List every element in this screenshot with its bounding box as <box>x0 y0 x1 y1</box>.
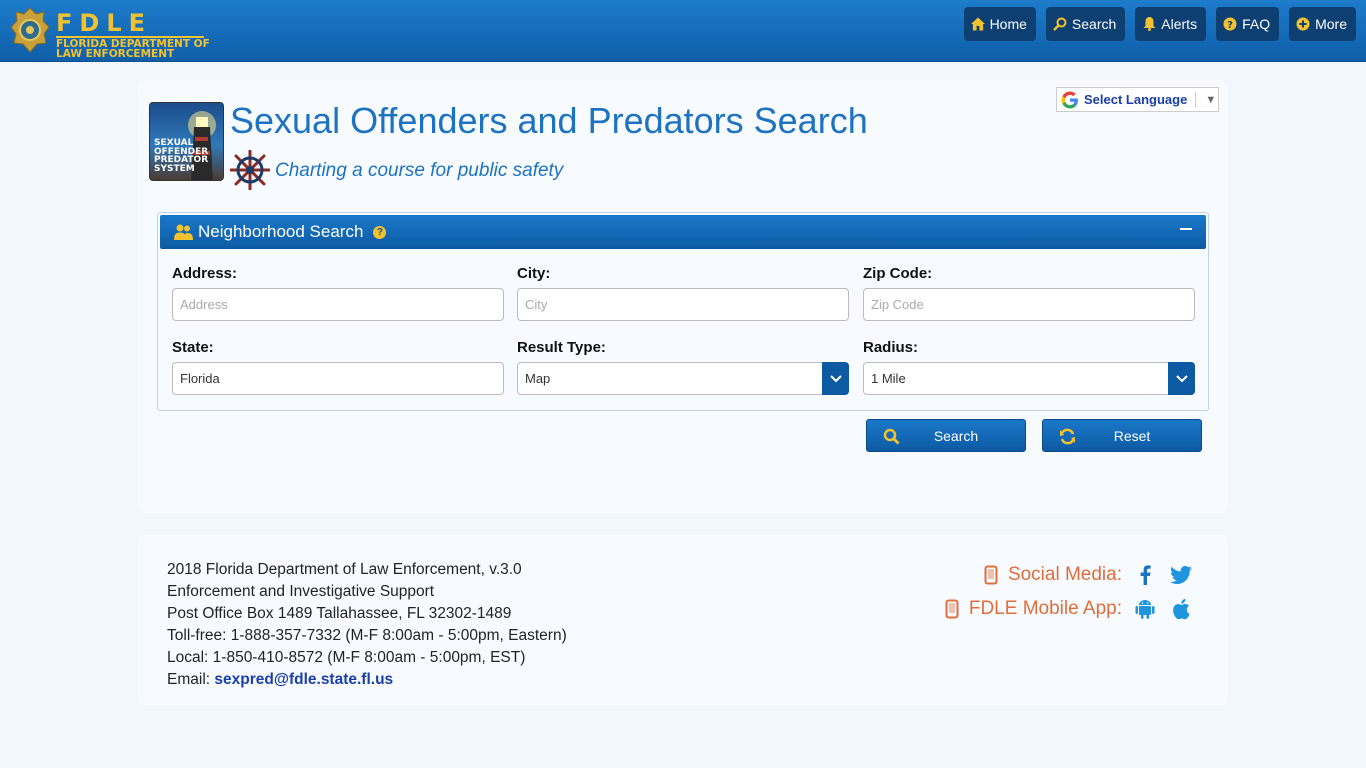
email-link[interactable]: sexpred@fdle.state.fl.us <box>214 671 393 688</box>
address-input[interactable]: Address <box>172 288 504 321</box>
question-icon: ? <box>1223 17 1237 31</box>
page-title: Sexual Offenders and Predators Search <box>230 100 868 141</box>
home-icon <box>970 17 985 31</box>
apple-icon[interactable] <box>1168 597 1194 621</box>
address-label: Address: <box>172 265 238 282</box>
refresh-icon <box>1060 428 1075 445</box>
mobile-phone-icon <box>945 599 959 619</box>
nav-alerts-label: Alerts <box>1161 16 1198 32</box>
search-icon <box>883 428 900 445</box>
sop-system-logo: SEXUAL OFFENDER PREDATOR SYSTEM <box>149 102 224 181</box>
state-field-group: State: Florida <box>172 339 504 395</box>
nav-more-label: More <box>1315 16 1347 32</box>
footer: 2018 Florida Department of Law Enforceme… <box>138 535 1228 705</box>
chevron-down-icon[interactable] <box>1168 362 1195 395</box>
footer-line: Local: 1-850-410-8572 (M-F 8:00am - 5:00… <box>167 649 526 666</box>
footer-address: 2018 Florida Department of Law Enforceme… <box>167 559 567 691</box>
top-bar: FDLE FLORIDA DEPARTMENT OF LAW ENFORCEME… <box>0 0 1366 62</box>
address-field-group: Address: Address <box>172 265 504 321</box>
city-field-group: City: City <box>517 265 849 321</box>
android-icon[interactable] <box>1132 597 1158 621</box>
logo-subtitle: FLORIDA DEPARTMENT OF LAW ENFORCEMENT <box>56 39 216 60</box>
tagline: Charting a course for public safety <box>275 160 564 181</box>
city-label: City: <box>517 265 551 282</box>
radius-select[interactable]: 1 Mile <box>863 362 1195 395</box>
state-label: State: <box>172 339 214 356</box>
email-label: Email: <box>167 671 211 688</box>
neighborhood-search-title: Neighborhood Search <box>198 222 364 241</box>
main-panel: SEXUAL OFFENDER PREDATOR SYSTEM Sexual O… <box>138 80 1228 513</box>
nav-home-label: Home <box>989 16 1027 32</box>
footer-line: 2018 Florida Department of Law Enforceme… <box>167 561 522 578</box>
state-input[interactable]: Florida <box>172 362 504 395</box>
footer-email-line: Email: sexpred@fdle.state.fl.us <box>167 669 567 691</box>
users-icon <box>174 224 193 240</box>
nav-faq-label: FAQ <box>1242 16 1271 32</box>
search-icon <box>1053 17 1067 31</box>
dropdown-arrow-icon: ▼ <box>1205 93 1217 106</box>
reset-button[interactable]: Reset <box>1042 419 1202 452</box>
svg-text:?: ? <box>1227 20 1233 31</box>
logo-subtitle-line-2: LAW ENFORCEMENT <box>56 48 175 60</box>
result-type-label: Result Type: <box>517 339 606 356</box>
sop-logo-text: SEXUAL OFFENDER PREDATOR SYSTEM <box>154 139 208 173</box>
facebook-icon[interactable] <box>1132 563 1158 587</box>
bell-icon <box>1142 17 1156 31</box>
radius-value: 1 Mile <box>871 371 906 386</box>
social-media-label: Social Media: <box>1007 564 1122 585</box>
social-media-row: Social Media: <box>984 563 1194 587</box>
result-type-select[interactable]: Map <box>517 362 849 395</box>
neighborhood-search-panel: Neighborhood Search ? Address: Address C… <box>157 212 1209 411</box>
nav-more-button[interactable]: More <box>1289 7 1356 41</box>
footer-line: Post Office Box 1489 Tallahassee, FL 323… <box>167 605 512 622</box>
mobile-phone-icon <box>984 565 998 585</box>
language-selector[interactable]: Select Language ▼ <box>1056 87 1219 112</box>
zip-field-group: Zip Code: Zip Code <box>863 265 1195 321</box>
nav-home-button[interactable]: Home <box>963 7 1036 41</box>
nav-search-label: Search <box>1071 16 1117 32</box>
radius-label: Radius: <box>863 339 919 356</box>
mobile-app-label: FDLE Mobile App: <box>968 598 1122 619</box>
result-type-field-group: Result Type: Map <box>517 339 849 395</box>
language-divider <box>1195 92 1197 107</box>
footer-line: Toll-free: 1-888-357-7332 (M-F 8:00am - … <box>167 627 567 644</box>
sop-logo-line: SYSTEM <box>154 163 195 174</box>
collapse-icon[interactable] <box>1180 228 1192 230</box>
neighborhood-search-header[interactable]: Neighborhood Search ? <box>160 215 1206 249</box>
chevron-down-icon[interactable] <box>822 362 849 395</box>
fdle-logo[interactable]: FDLE FLORIDA DEPARTMENT OF LAW ENFORCEME… <box>10 6 210 59</box>
mobile-app-row: FDLE Mobile App: <box>945 597 1194 621</box>
main-nav: Home Search Alerts ? FAQ More <box>963 7 1356 41</box>
result-type-value: Map <box>525 371 551 386</box>
zip-label: Zip Code: <box>863 265 933 282</box>
nav-alerts-button[interactable]: Alerts <box>1135 7 1207 41</box>
badge-icon <box>10 7 50 53</box>
logo-title: FDLE <box>56 9 153 37</box>
footer-line: Enforcement and Investigative Support <box>167 583 435 600</box>
city-input[interactable]: City <box>517 288 849 321</box>
help-icon[interactable]: ? <box>373 225 387 239</box>
twitter-icon[interactable] <box>1168 563 1194 587</box>
zip-input[interactable]: Zip Code <box>863 288 1195 321</box>
radius-field-group: Radius: 1 Mile <box>863 339 1195 395</box>
nav-search-button[interactable]: Search <box>1045 7 1126 41</box>
search-button[interactable]: Search <box>866 419 1026 452</box>
ship-wheel-icon <box>230 150 270 190</box>
plus-icon <box>1296 17 1310 31</box>
google-icon <box>1061 91 1078 108</box>
nav-faq-button[interactable]: ? FAQ <box>1216 7 1280 41</box>
language-label: Select Language <box>1084 92 1188 107</box>
